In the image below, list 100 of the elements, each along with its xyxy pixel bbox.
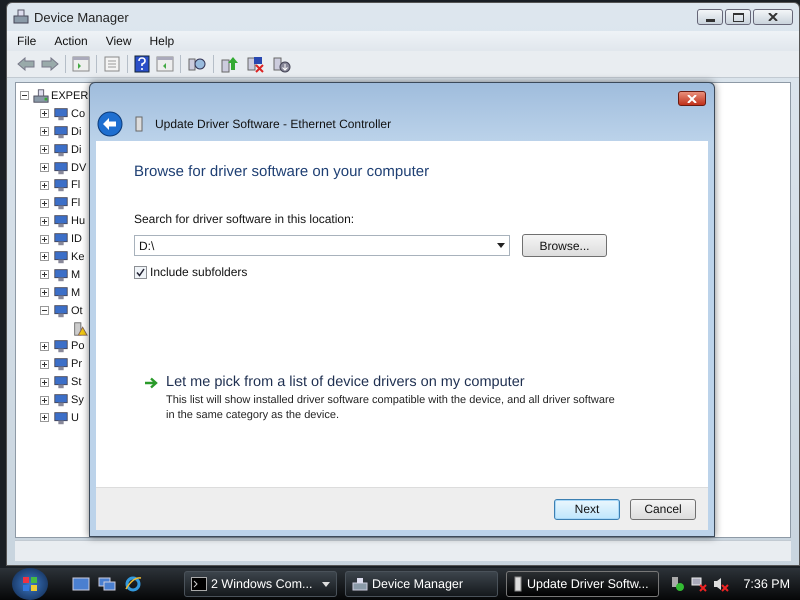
- disable-device-icon[interactable]: [246, 55, 266, 73]
- menu-item[interactable]: File: [11, 34, 46, 48]
- browse-button[interactable]: Browse...: [522, 234, 607, 257]
- taskbar-button[interactable]: Device Manager: [345, 571, 498, 597]
- device-icon: [53, 106, 69, 122]
- device-icon: [53, 213, 69, 230]
- tree-item[interactable]: Sy: [71, 394, 84, 406]
- dialog-button[interactable]: Cancel: [630, 498, 696, 520]
- device-icon: [53, 177, 69, 194]
- device-icon: [53, 338, 69, 354]
- tree-item[interactable]: Po: [71, 340, 84, 352]
- device-icon: [53, 160, 69, 176]
- expand-toggle[interactable]: [40, 396, 49, 405]
- tree-item[interactable]: M: [71, 268, 80, 281]
- forward-arrow-icon[interactable]: [41, 57, 59, 71]
- expand-toggle[interactable]: [40, 109, 49, 118]
- device-icon: [53, 142, 69, 158]
- device-icon: [53, 231, 69, 248]
- clock[interactable]: 7:36 PM: [743, 577, 790, 591]
- help-icon[interactable]: [134, 55, 150, 73]
- dialog-button[interactable]: Next: [554, 498, 620, 520]
- expand-toggle[interactable]: [40, 413, 49, 422]
- device-icon: [53, 124, 69, 140]
- menu-item[interactable]: View: [100, 34, 142, 48]
- device-icon: [53, 356, 69, 372]
- action-pane-icon[interactable]: [156, 56, 174, 72]
- close-button[interactable]: [678, 91, 706, 106]
- show-desktop-icon[interactable]: [72, 576, 90, 592]
- tree-item[interactable]: Ke: [71, 250, 84, 263]
- maximize-button[interactable]: [725, 9, 751, 25]
- device-icon: [53, 284, 69, 301]
- computer-icon: [33, 88, 49, 104]
- device-icon: [53, 266, 69, 283]
- expand-toggle[interactable]: [40, 216, 49, 226]
- device-icon: [53, 248, 69, 265]
- link-description: This list will show installed driver software compatible with the device, and all driver software in the same category as the device.: [166, 393, 616, 423]
- tree-item[interactable]: Di: [71, 144, 82, 156]
- field-label: Search for driver software in this location:: [134, 212, 356, 226]
- expand-toggle[interactable]: [40, 306, 49, 316]
- expand-toggle[interactable]: [40, 288, 49, 298]
- expand-toggle[interactable]: [40, 180, 49, 190]
- device-icon: [53, 374, 69, 390]
- tree-item[interactable]: Di: [71, 126, 82, 138]
- device-warning-icon[interactable]: [72, 320, 88, 337]
- expand-toggle[interactable]: [40, 127, 49, 136]
- windows-logo-icon: [20, 574, 40, 594]
- dropdown-caret-icon[interactable]: [497, 243, 505, 248]
- expand-toggle[interactable]: [40, 145, 49, 154]
- tree-item[interactable]: St: [71, 376, 82, 388]
- device-icon: [53, 195, 69, 212]
- command-prompt-icon: [191, 577, 207, 591]
- tree-item[interactable]: ID: [71, 233, 82, 246]
- dropdown-caret-icon[interactable]: [322, 582, 330, 586]
- device-icon: [53, 410, 69, 426]
- close-button[interactable]: [753, 9, 793, 25]
- tree-item[interactable]: Pr: [71, 358, 82, 370]
- expand-toggle[interactable]: [40, 252, 49, 262]
- expand-toggle[interactable]: [40, 234, 49, 244]
- device-icon: [513, 576, 523, 592]
- collapse-toggle[interactable]: [20, 91, 29, 100]
- checkbox-label[interactable]: Include subfolders: [150, 265, 248, 279]
- update-driver-icon[interactable]: [220, 55, 240, 73]
- switch-windows-icon[interactable]: [98, 576, 116, 592]
- pick-driver-link[interactable]: Let me pick from a list of device drivers on my computer: [166, 374, 616, 390]
- start-button[interactable]: [12, 568, 48, 600]
- expand-toggle[interactable]: [40, 342, 49, 351]
- browser-icon[interactable]: [124, 575, 142, 593]
- uninstall-device-icon[interactable]: [272, 55, 292, 73]
- properties-icon[interactable]: [103, 56, 121, 72]
- computer-icon: [13, 9, 29, 25]
- device-icon: [53, 302, 69, 319]
- tree-item[interactable]: DV: [71, 162, 86, 174]
- expand-toggle[interactable]: [40, 360, 49, 369]
- include-subfolders-checkbox[interactable]: [134, 266, 147, 278]
- tree-item[interactable]: EXPER: [51, 90, 88, 102]
- volume-muted-icon[interactable]: [713, 576, 730, 592]
- expand-toggle[interactable]: [40, 378, 49, 387]
- taskbar-button[interactable]: 2 Windows Com...: [184, 571, 337, 597]
- computer-icon: [352, 577, 368, 591]
- tree-item[interactable]: Co: [71, 108, 86, 120]
- tree-item[interactable]: Fl: [71, 179, 80, 192]
- tree-item[interactable]: Ot: [71, 304, 83, 317]
- tree-item[interactable]: Hu: [71, 215, 86, 228]
- taskbar-button[interactable]: Update Driver Softw...: [506, 571, 659, 597]
- network-disconnected-icon[interactable]: [691, 576, 708, 592]
- expand-toggle[interactable]: [40, 270, 49, 280]
- console-tree-icon[interactable]: [72, 56, 90, 72]
- expand-toggle[interactable]: [40, 163, 49, 172]
- arrow-icon: [144, 377, 158, 389]
- menu-item[interactable]: Help: [144, 34, 184, 48]
- tree-item[interactable]: M: [71, 286, 80, 299]
- close-icon: [687, 94, 697, 102]
- path-combo-box[interactable]: D:\: [134, 235, 510, 256]
- tree-item[interactable]: U: [71, 412, 79, 424]
- minimize-button[interactable]: [697, 9, 723, 25]
- window-title: Device Manager: [34, 10, 129, 24]
- expand-toggle[interactable]: [40, 198, 49, 208]
- menu-item[interactable]: Action: [48, 34, 98, 48]
- device-icon: [53, 392, 69, 408]
- tree-item[interactable]: Fl: [71, 197, 80, 210]
